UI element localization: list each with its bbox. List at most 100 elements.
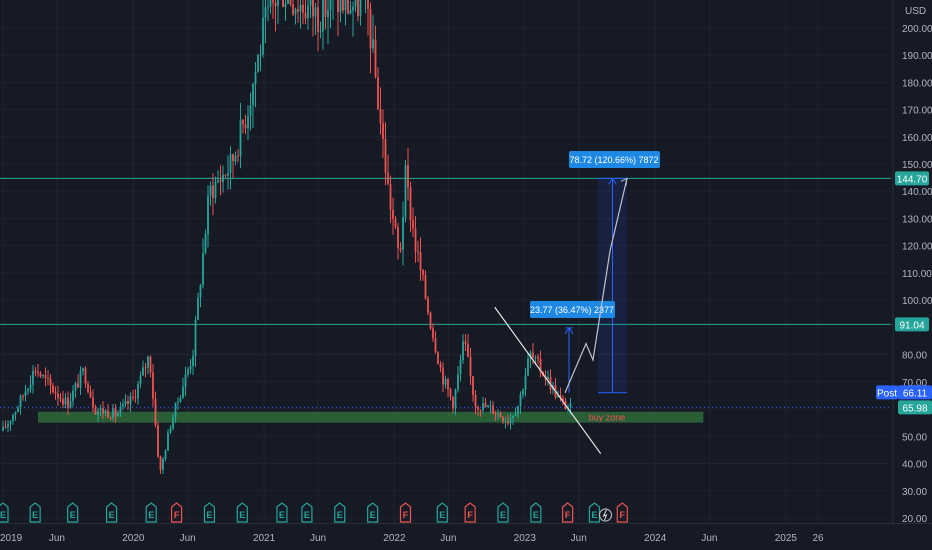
candle-body (139, 375, 142, 385)
price-chart[interactable]: buy zone 78.72 (120.66%) 787223.77 (36.4… (0, 0, 932, 550)
candle-body (522, 389, 524, 395)
earnings-marker[interactable]: E (301, 502, 313, 523)
candle-body (267, 6, 269, 8)
candle-body (457, 374, 459, 390)
earnings-marker[interactable]: E (145, 502, 157, 523)
financial-marker[interactable]: F (170, 502, 183, 523)
candle-body (234, 155, 237, 162)
candle-body (404, 165, 407, 218)
candle-body (57, 393, 59, 398)
candle-body (97, 410, 99, 415)
candle-body (169, 428, 172, 433)
candle-body (249, 105, 252, 117)
candle-body (289, 0, 292, 4)
earnings-marker[interactable]: E (334, 502, 346, 523)
candle-body (299, 4, 302, 12)
post-tag-label: Post (877, 388, 897, 399)
candle-body (429, 312, 432, 329)
candle-body (69, 401, 72, 408)
financial-marker[interactable]: F (464, 502, 476, 523)
earnings-marker[interactable]: E (67, 502, 79, 523)
candle-body (497, 413, 499, 415)
candle-body (27, 389, 29, 392)
x-tick-label: 2024 (644, 533, 667, 544)
earnings-marker[interactable]: E (236, 502, 248, 523)
candle-body (242, 119, 244, 125)
candle-body (532, 352, 534, 358)
earnings-marker[interactable]: E (497, 502, 509, 523)
y-tick-label: 80.00 (902, 351, 927, 362)
candle-body (77, 383, 79, 388)
x-tick-label: Jun (440, 533, 456, 544)
candle-body (2, 426, 4, 431)
candle-body (407, 165, 409, 188)
candle-body (82, 368, 84, 371)
candle-body (494, 413, 497, 415)
earnings-marker[interactable]: E (0, 502, 9, 523)
last-price-label: 66.11 (903, 388, 928, 399)
candle-body (374, 39, 377, 78)
earnings-marker[interactable]: E (588, 502, 601, 523)
candle-body (319, 31, 322, 33)
marker-letter: F (565, 510, 571, 520)
candle-body (164, 450, 167, 459)
candle-body (462, 341, 464, 361)
chart-stage: buy zone 78.72 (120.66%) 7872 23.77 (36.4… (0, 0, 932, 550)
candle-body (409, 187, 412, 221)
candle-body (167, 432, 169, 451)
candle-body (452, 396, 454, 409)
time-axis[interactable]: 2019 Jun 2020 Jun 2021 Jun 2022 Jun 2023 Jun 2024 J… (0, 523, 932, 545)
earnings-marker[interactable]: E (105, 502, 118, 523)
price-axis[interactable]: USD 200.00 190.00 180.00 170.00 160.00 150.00 1… (876, 0, 932, 525)
marker-letter: F (403, 510, 409, 520)
candle-body (274, 2, 277, 7)
y-tick-label: 200.00 (902, 24, 932, 35)
candle-body (352, 6, 354, 11)
marker-letter: E (0, 510, 6, 520)
earnings-marker[interactable]: E (530, 502, 542, 523)
candle-body (534, 356, 537, 358)
candle-body (152, 372, 154, 399)
candle-body (62, 398, 64, 405)
candle-body (444, 378, 447, 385)
candle-body (44, 375, 47, 378)
candle-body (219, 180, 222, 182)
candle-body (149, 356, 152, 373)
candle-body (72, 390, 74, 402)
candle-body (269, 0, 272, 7)
y-tick-label: 40.00 (902, 460, 927, 471)
earnings-marker[interactable]: E (436, 502, 448, 523)
financial-marker[interactable]: F (562, 502, 574, 523)
candle-body (87, 383, 89, 392)
candle-body (84, 368, 87, 384)
earnings-marker[interactable]: E (203, 502, 216, 523)
candle-body (7, 423, 9, 428)
trend-line[interactable] (494, 306, 602, 455)
candle-body (107, 410, 109, 418)
candle-body (94, 407, 97, 415)
candle-body (189, 365, 192, 370)
earnings-marker[interactable]: E (367, 502, 379, 523)
candle-body (324, 0, 327, 17)
candle-body (144, 367, 147, 369)
financial-marker[interactable]: F (399, 502, 412, 523)
financial-marker[interactable]: F (616, 502, 628, 523)
candle-body (177, 401, 179, 403)
earnings-marker[interactable]: E (29, 502, 41, 523)
y-tick-label: 100.00 (902, 296, 932, 307)
candle-body (459, 360, 462, 375)
y-tick-label: 30.00 (902, 487, 927, 498)
candle-body (134, 397, 137, 399)
close-price-label: 65.98 (902, 403, 927, 414)
candle-body (467, 343, 469, 357)
candle-body (42, 375, 44, 377)
level-tag-label: 144.70 (897, 174, 928, 185)
earnings-marker[interactable]: E (276, 502, 288, 523)
dividend-bolt-icon[interactable] (598, 508, 613, 522)
candle-body (212, 185, 214, 199)
candle-body (64, 397, 67, 405)
candle-body (199, 284, 202, 298)
x-tick-label: 2020 (122, 533, 145, 544)
candle-body (159, 456, 162, 470)
candle-body (9, 420, 12, 424)
